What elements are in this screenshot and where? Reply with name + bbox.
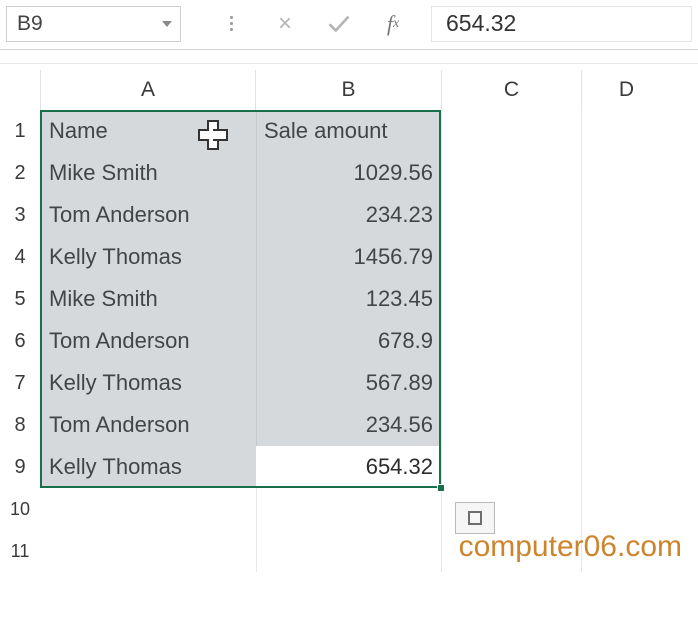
- cell[interactable]: [581, 446, 671, 488]
- cell[interactable]: Tom Anderson: [40, 404, 255, 446]
- formula-bar: B9 × fx 654.32: [0, 0, 698, 50]
- cell[interactable]: [255, 530, 441, 572]
- cell[interactable]: Mike Smith: [40, 278, 255, 320]
- cell[interactable]: Kelly Thomas: [40, 236, 255, 278]
- separator: [0, 50, 698, 64]
- column-header[interactable]: D: [581, 70, 671, 110]
- expand-handle-icon[interactable]: [211, 7, 251, 41]
- cell[interactable]: [581, 320, 671, 362]
- row-header[interactable]: 8: [0, 404, 40, 446]
- row-header[interactable]: 5: [0, 278, 40, 320]
- cell[interactable]: 1029.56: [255, 152, 441, 194]
- cell[interactable]: 234.23: [255, 194, 441, 236]
- quick-analysis-icon: [468, 511, 482, 525]
- watermark: computer06.com: [459, 530, 682, 564]
- cancel-icon[interactable]: ×: [265, 7, 305, 41]
- cell[interactable]: Name: [40, 110, 255, 152]
- cell[interactable]: [441, 236, 581, 278]
- cell[interactable]: [581, 404, 671, 446]
- chevron-down-icon[interactable]: [162, 21, 172, 27]
- row-header[interactable]: 9: [0, 446, 40, 488]
- cell[interactable]: [581, 152, 671, 194]
- row-header[interactable]: 1: [0, 110, 40, 152]
- confirm-icon[interactable]: [319, 7, 359, 41]
- cell[interactable]: [441, 404, 581, 446]
- column-header[interactable]: A: [40, 70, 255, 110]
- row-header[interactable]: 6: [0, 320, 40, 362]
- row-header[interactable]: 2: [0, 152, 40, 194]
- cell[interactable]: 678.9: [255, 320, 441, 362]
- cell[interactable]: [581, 278, 671, 320]
- table-row: Tom Anderson 678.9: [40, 320, 698, 362]
- row-header[interactable]: 3: [0, 194, 40, 236]
- cell[interactable]: [441, 278, 581, 320]
- cell[interactable]: Tom Anderson: [40, 320, 255, 362]
- cell[interactable]: [581, 488, 671, 530]
- cell[interactable]: [441, 152, 581, 194]
- cell[interactable]: 123.45: [255, 278, 441, 320]
- formula-bar-buttons: × fx: [189, 7, 413, 41]
- cell[interactable]: Mike Smith: [40, 152, 255, 194]
- formula-input[interactable]: 654.32: [431, 6, 692, 42]
- active-cell[interactable]: 654.32: [256, 446, 441, 488]
- cell[interactable]: [40, 530, 255, 572]
- row-header[interactable]: 4: [0, 236, 40, 278]
- cell[interactable]: Sale amount: [255, 110, 441, 152]
- active-cell-value: 654.32: [366, 454, 433, 480]
- grid: A B C D Name Sale amount Mike Smith 1029…: [40, 70, 698, 572]
- cell[interactable]: [581, 236, 671, 278]
- cell[interactable]: [40, 488, 255, 530]
- table-row: Mike Smith 123.45: [40, 278, 698, 320]
- row-header[interactable]: 10: [0, 488, 40, 530]
- table-row: Kelly Thomas 1456.79: [40, 236, 698, 278]
- cell[interactable]: Tom Anderson: [40, 194, 255, 236]
- fill-handle[interactable]: [437, 484, 445, 492]
- row-header-gutter: 1 2 3 4 5 6 7 8 9 10 11: [0, 70, 40, 572]
- cell[interactable]: Kelly Thomas: [40, 446, 255, 488]
- name-box-value: B9: [17, 12, 43, 36]
- row-header[interactable]: 7: [0, 362, 40, 404]
- cell[interactable]: [441, 362, 581, 404]
- table-row: Tom Anderson 234.23: [40, 194, 698, 236]
- column-header-row: A B C D: [40, 70, 698, 110]
- cell-grid[interactable]: Name Sale amount Mike Smith 1029.56 Tom …: [40, 110, 698, 572]
- cell[interactable]: [581, 362, 671, 404]
- name-box[interactable]: B9: [6, 6, 181, 42]
- insert-function-icon[interactable]: fx: [373, 7, 413, 41]
- table-row: [40, 488, 698, 530]
- cell[interactable]: 567.89: [255, 362, 441, 404]
- table-row: Mike Smith 1029.56: [40, 152, 698, 194]
- formula-input-value: 654.32: [446, 10, 516, 37]
- table-row: Kelly Thomas 567.89: [40, 362, 698, 404]
- spreadsheet: 1 2 3 4 5 6 7 8 9 10 11 A B C D Name Sal…: [0, 64, 698, 572]
- cell[interactable]: Kelly Thomas: [40, 362, 255, 404]
- cell[interactable]: [441, 320, 581, 362]
- column-header[interactable]: B: [255, 70, 441, 110]
- cell[interactable]: 234.56: [255, 404, 441, 446]
- column-header[interactable]: C: [441, 70, 581, 110]
- cell[interactable]: [255, 488, 441, 530]
- select-all-corner[interactable]: [0, 70, 40, 110]
- table-row: Name Sale amount: [40, 110, 698, 152]
- cell[interactable]: [581, 194, 671, 236]
- row-header[interactable]: 11: [0, 530, 40, 572]
- cell[interactable]: [441, 194, 581, 236]
- cell[interactable]: 1456.79: [255, 236, 441, 278]
- cell[interactable]: [441, 446, 581, 488]
- cell[interactable]: [581, 110, 671, 152]
- cell[interactable]: [441, 110, 581, 152]
- table-row: Tom Anderson 234.56: [40, 404, 698, 446]
